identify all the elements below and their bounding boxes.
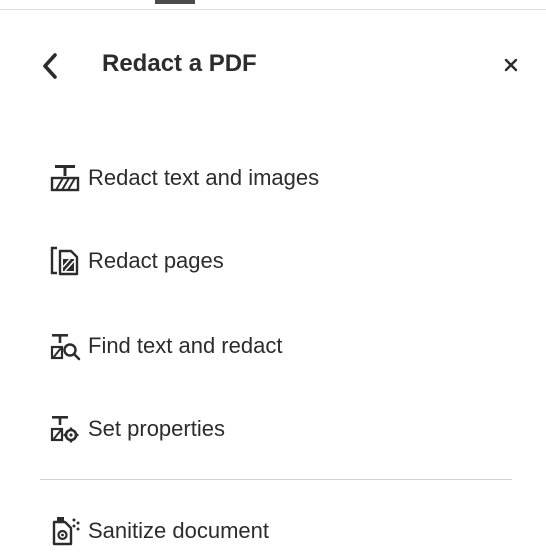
set-properties-icon [48, 413, 88, 445]
menu-item-label: Set properties [88, 416, 225, 441]
sanitize-document-icon [48, 515, 88, 547]
menu-item-sanitize-document[interactable]: Sanitize document [48, 511, 518, 551]
menu-item-label: Sanitize document [88, 518, 269, 543]
chevron-left-icon [43, 53, 57, 79]
back-button[interactable] [34, 48, 66, 84]
menu-item-label: Find text and redact [88, 333, 283, 358]
menu-item-redact-text-images[interactable]: Redact text and images [48, 158, 518, 198]
find-text-redact-icon [48, 330, 88, 362]
panel-title: Redact a PDF [102, 50, 257, 77]
menu-item-set-properties[interactable]: Set properties [48, 409, 518, 449]
top-divider [0, 9, 546, 10]
menu-item-label: Redact pages [88, 248, 224, 273]
redact-pages-icon [48, 245, 88, 277]
redact-text-images-icon [48, 162, 88, 194]
menu-divider [40, 479, 512, 480]
close-icon [504, 58, 518, 72]
close-button[interactable] [496, 50, 526, 80]
menu-item-label: Redact text and images [88, 165, 320, 190]
panel-header: Redact a PDF [0, 38, 546, 94]
menu-item-find-text-redact[interactable]: Find text and redact [48, 326, 518, 366]
panel-drag-handle [155, 0, 195, 4]
menu-item-redact-pages[interactable]: Redact pages [48, 241, 518, 281]
